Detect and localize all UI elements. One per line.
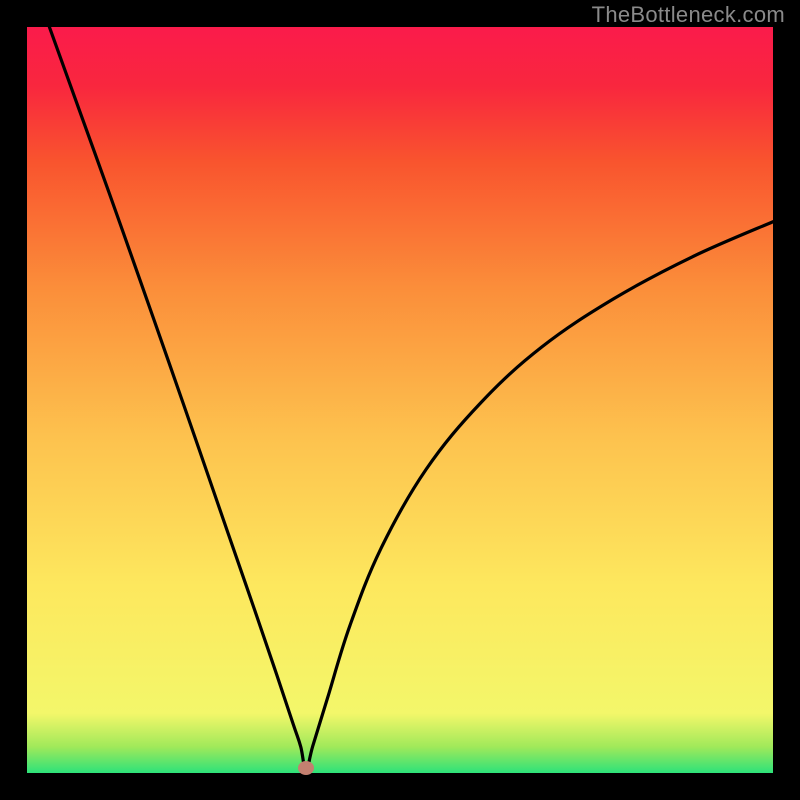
chart-frame: TheBottleneck.com (0, 0, 800, 800)
bottleneck-curve (49, 27, 773, 771)
watermark-text: TheBottleneck.com (592, 2, 785, 28)
curve-layer (27, 27, 773, 773)
optimum-marker (298, 761, 314, 775)
plot-area (27, 27, 773, 773)
